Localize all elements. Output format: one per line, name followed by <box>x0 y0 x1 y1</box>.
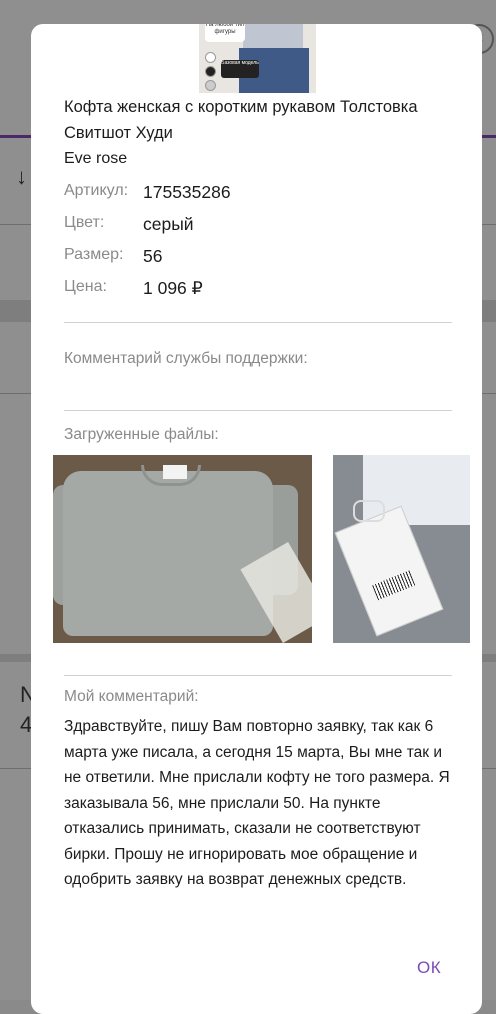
thumbnail-tag: Базовая модель <box>221 60 259 78</box>
uploaded-files-label: Загруженные файлы: <box>64 426 219 443</box>
detail-label: Артикул: <box>64 182 129 199</box>
color-swatch-icon <box>205 66 216 77</box>
detail-label: Размер: <box>64 246 124 263</box>
detail-value: 175535286 <box>143 182 231 202</box>
product-title: Кофта женская с коротким рукавом Толстов… <box>64 98 418 142</box>
detail-label: Цвет: <box>64 214 105 231</box>
product-brand: Eve rose <box>64 150 128 167</box>
divider <box>64 675 452 676</box>
uploaded-photo-sweater[interactable] <box>53 455 312 643</box>
color-swatch-icon <box>205 52 216 63</box>
color-swatch-icon <box>205 80 216 91</box>
my-comment-label: Мой комментарий: <box>64 688 199 705</box>
divider <box>64 322 452 323</box>
background-sort-icon: ↓ <box>16 164 27 189</box>
detail-label: Цена: <box>64 278 107 295</box>
ok-button[interactable]: ОК <box>417 958 441 978</box>
support-comment-label: Комментарий службы поддержки: <box>64 350 308 367</box>
divider <box>64 410 452 411</box>
detail-value: серый <box>143 214 194 234</box>
product-thumbnail[interactable]: На любой тип фигуры Базовая модель <box>199 24 316 93</box>
my-comment-text: Здравствуйте, пишу Вам повторно заявку, … <box>64 718 450 888</box>
uploaded-photo-size-tag[interactable] <box>333 455 470 643</box>
detail-value: 56 <box>143 246 163 266</box>
thumbnail-tag: На любой тип фигуры <box>205 24 245 42</box>
detail-value: 1 096 ₽ <box>143 278 203 298</box>
order-details-modal: На любой тип фигуры Базовая модель Кофта… <box>31 24 482 1014</box>
